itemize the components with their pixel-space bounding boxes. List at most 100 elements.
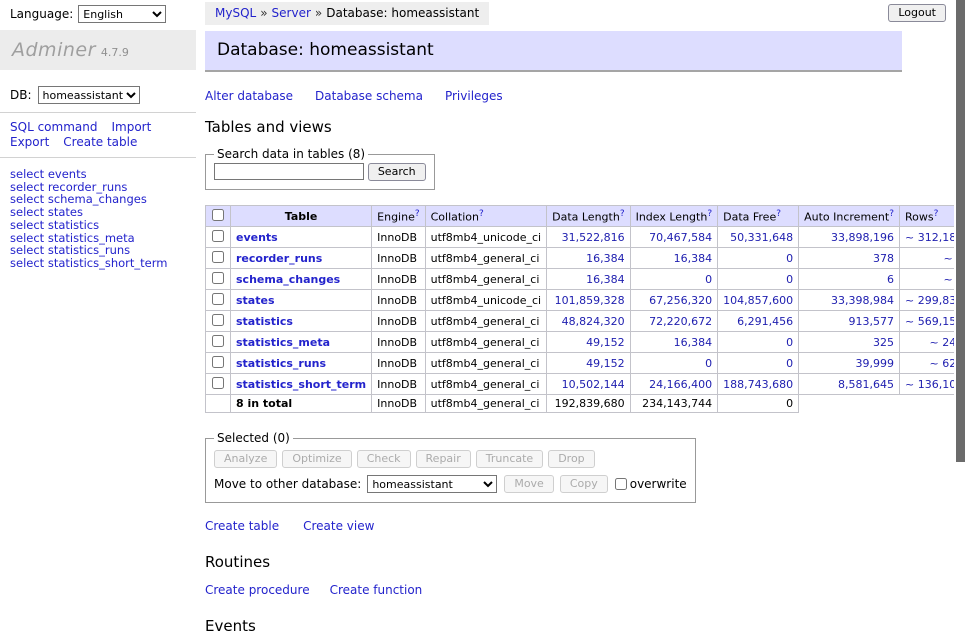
- db-select[interactable]: homeassistant: [38, 86, 140, 104]
- database-schema-link[interactable]: Database schema: [315, 89, 423, 103]
- row-checkbox-cell: [206, 332, 231, 353]
- column-help-link[interactable]: ?: [889, 209, 894, 219]
- data-free-cell: 104,857,600: [718, 290, 799, 311]
- column-header: Collation?: [425, 206, 546, 227]
- table-name-link[interactable]: states: [236, 294, 275, 307]
- engine-cell: InnoDB: [372, 353, 425, 374]
- column-help-link[interactable]: ?: [620, 209, 625, 219]
- table-name-link[interactable]: events: [236, 231, 278, 244]
- alter-database-link[interactable]: Alter database: [205, 89, 293, 103]
- check-button[interactable]: Check: [357, 450, 411, 468]
- search-fieldset: Search data in tables (8) Search: [205, 147, 435, 190]
- table-name-cell: recorder_runs: [231, 248, 372, 269]
- column-help-link[interactable]: ?: [934, 209, 939, 219]
- analyze-button[interactable]: Analyze: [214, 450, 277, 468]
- vertical-scrollbar[interactable]: [954, 0, 966, 543]
- row-checkbox[interactable]: [212, 377, 224, 389]
- drop-button[interactable]: Drop: [548, 450, 594, 468]
- engine-cell: InnoDB: [372, 332, 425, 353]
- index-length-cell: 16,384: [630, 248, 718, 269]
- row-checkbox-cell: [206, 311, 231, 332]
- total-data-length-cell: 192,839,680: [547, 395, 630, 413]
- row-checkbox[interactable]: [212, 356, 224, 368]
- table-row: eventsInnoDButf8mb4_unicode_ci31,522,816…: [206, 227, 966, 248]
- table-name-link[interactable]: statistics: [236, 315, 293, 328]
- create-table-link-main[interactable]: Create table: [205, 519, 279, 533]
- table-name-link[interactable]: statistics_meta: [236, 336, 330, 349]
- sql-command-link[interactable]: SQL command: [10, 120, 97, 134]
- create-procedure-link[interactable]: Create procedure: [205, 583, 310, 597]
- sidebar-select-link[interactable]: select statistics: [10, 219, 196, 232]
- data-free-cell: 0: [718, 248, 799, 269]
- table-name-cell: statistics_short_term: [231, 374, 372, 395]
- table-name-link[interactable]: schema_changes: [236, 273, 340, 286]
- row-checkbox[interactable]: [212, 335, 224, 347]
- table-row: schema_changesInnoDButf8mb4_general_ci16…: [206, 269, 966, 290]
- index-length-cell: 67,256,320: [630, 290, 718, 311]
- row-checkbox[interactable]: [212, 272, 224, 284]
- row-checkbox[interactable]: [212, 293, 224, 305]
- move-database-select[interactable]: homeassistant: [367, 475, 497, 493]
- search-button[interactable]: Search: [368, 163, 426, 181]
- table-name-cell: statistics: [231, 311, 372, 332]
- repair-button[interactable]: Repair: [416, 450, 471, 468]
- move-button[interactable]: Move: [504, 475, 554, 493]
- row-checkbox[interactable]: [212, 251, 224, 263]
- column-help-link[interactable]: ?: [707, 209, 712, 219]
- export-link[interactable]: Export: [10, 135, 49, 149]
- column-header-label: Data Free: [723, 210, 776, 223]
- privileges-link[interactable]: Privileges: [445, 89, 503, 103]
- table-row: statistics_short_termInnoDButf8mb4_gener…: [206, 374, 966, 395]
- auto-increment-cell: 33,898,196: [799, 227, 900, 248]
- breadcrumb-mysql-link[interactable]: MySQL: [215, 6, 256, 20]
- copy-button[interactable]: Copy: [560, 475, 608, 493]
- column-header-label: Data Length: [552, 210, 620, 223]
- collation-cell: utf8mb4_general_ci: [425, 374, 546, 395]
- db-label: DB:: [10, 88, 32, 102]
- table-name-cell: events: [231, 227, 372, 248]
- breadcrumb-server-link[interactable]: Server: [272, 6, 311, 20]
- select-all-cell: [206, 206, 231, 227]
- truncate-button[interactable]: Truncate: [476, 450, 543, 468]
- row-checkbox[interactable]: [212, 230, 224, 242]
- auto-increment-cell: 325: [799, 332, 900, 353]
- total-row: 8 in totalInnoDButf8mb4_general_ci192,83…: [206, 395, 966, 413]
- table-name-link[interactable]: recorder_runs: [236, 252, 322, 265]
- column-help-link[interactable]: ?: [776, 209, 781, 219]
- auto-increment-cell: 39,999: [799, 353, 900, 374]
- column-header: Engine?: [372, 206, 425, 227]
- select-all-checkbox[interactable]: [212, 209, 224, 221]
- column-header-label: Engine: [377, 210, 415, 223]
- column-header-label: Table: [285, 210, 318, 223]
- engine-cell: InnoDB: [372, 311, 425, 332]
- create-function-link[interactable]: Create function: [330, 583, 423, 597]
- optimize-button[interactable]: Optimize: [282, 450, 351, 468]
- language-select[interactable]: English: [78, 5, 166, 23]
- sidebar-select-link[interactable]: select states: [10, 206, 196, 219]
- total-checkbox-cell: [206, 395, 231, 413]
- overwrite-checkbox[interactable]: [615, 478, 627, 490]
- index-length-cell: 72,220,672: [630, 311, 718, 332]
- language-label: Language:: [10, 7, 73, 21]
- collation-cell: utf8mb4_unicode_ci: [425, 290, 546, 311]
- import-link[interactable]: Import: [111, 120, 151, 134]
- collation-cell: utf8mb4_general_ci: [425, 332, 546, 353]
- table-name-link[interactable]: statistics_short_term: [236, 378, 366, 391]
- selected-legend: Selected (0): [214, 431, 293, 445]
- create-view-link[interactable]: Create view: [303, 519, 374, 533]
- database-action-links: Alter database Database schema Privileges: [205, 89, 905, 103]
- tables-body: eventsInnoDButf8mb4_unicode_ci31,522,816…: [206, 227, 966, 413]
- column-help-link[interactable]: ?: [479, 209, 484, 219]
- data-free-cell: 6,291,456: [718, 311, 799, 332]
- column-help-link[interactable]: ?: [415, 209, 420, 219]
- sidebar-select-link[interactable]: select events: [10, 168, 196, 181]
- routines-heading: Routines: [205, 553, 905, 571]
- search-input[interactable]: [214, 163, 364, 180]
- auto-increment-cell: 6: [799, 269, 900, 290]
- scrollbar-thumb[interactable]: [956, 0, 965, 462]
- sidebar-select-link[interactable]: select statistics_short_term: [10, 257, 196, 270]
- table-name-link[interactable]: statistics_runs: [236, 357, 326, 370]
- create-table-link[interactable]: Create table: [63, 135, 137, 149]
- adminer-version: 4.7.9: [101, 46, 129, 59]
- row-checkbox[interactable]: [212, 314, 224, 326]
